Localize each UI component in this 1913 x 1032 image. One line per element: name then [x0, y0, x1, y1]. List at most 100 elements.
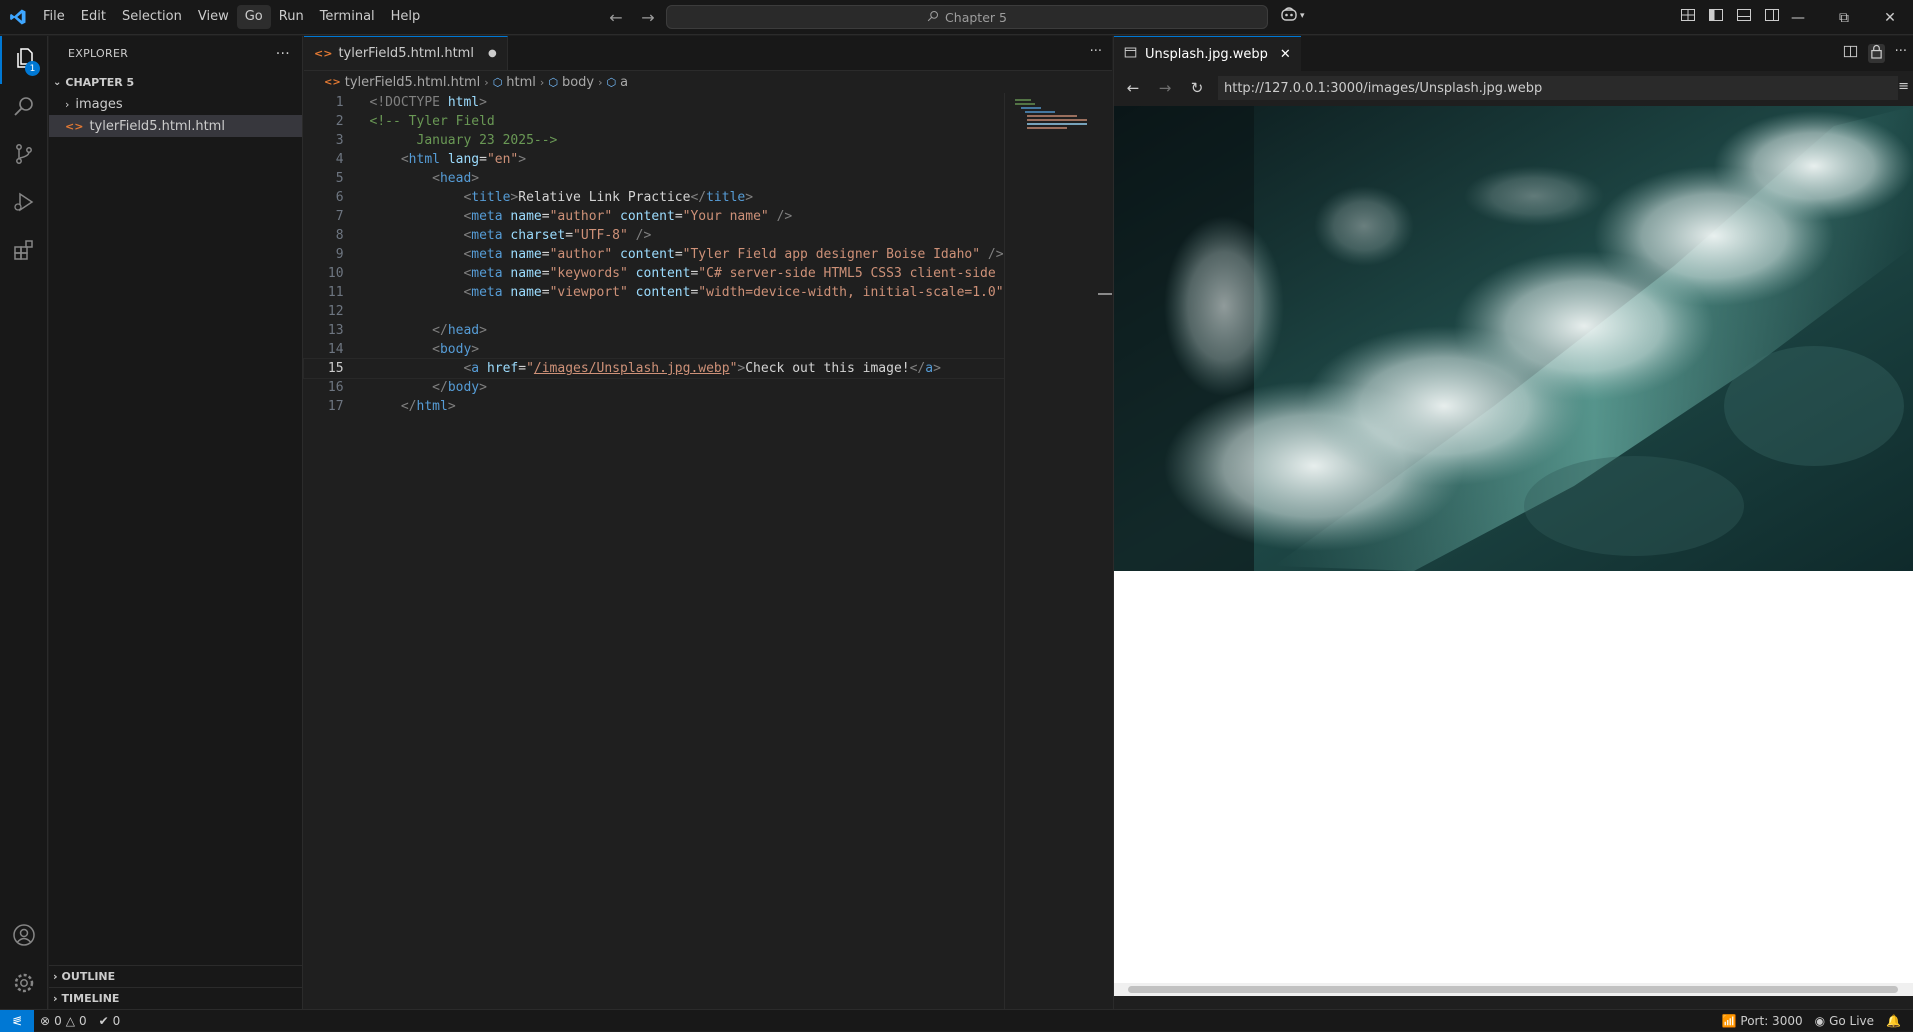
- code-line[interactable]: 3 January 23 2025-->: [304, 131, 1004, 150]
- menu-edit[interactable]: Edit: [73, 5, 114, 29]
- chevron-right-icon: ›: [539, 75, 545, 89]
- folder-header[interactable]: ⌄ CHAPTER 5: [49, 71, 302, 93]
- more-actions-icon[interactable]: ···: [1090, 44, 1102, 59]
- scrollbar-thumb[interactable]: [1128, 986, 1898, 993]
- chevron-right-icon: ›: [53, 992, 58, 1005]
- code-line[interactable]: 12: [304, 302, 1004, 321]
- ports-indicator[interactable]: ✔ 0: [93, 1010, 127, 1032]
- code-line-current[interactable]: 15 <a href="/images/Unsplash.jpg.webp">C…: [303, 358, 1005, 379]
- code-line[interactable]: 14 <body>: [304, 340, 1004, 359]
- unsaved-dot-icon[interactable]: ●: [488, 48, 497, 59]
- extensions-activity[interactable]: [0, 228, 48, 276]
- line-number: 7: [335, 209, 344, 224]
- url-input[interactable]: [1218, 76, 1898, 100]
- minimap[interactable]: [1004, 93, 1112, 1009]
- code-line[interactable]: 6 <title>Relative Link Practice</title>: [304, 188, 1004, 207]
- line-number: 4: [335, 152, 344, 167]
- token: >: [479, 95, 487, 110]
- port-indicator[interactable]: 📶 Port: 3000: [1715, 1010, 1808, 1032]
- notifications-button[interactable]: 🔔: [1880, 1010, 1907, 1032]
- line-number: 13: [327, 323, 344, 338]
- accounts-activity[interactable]: [0, 913, 48, 961]
- copilot-icon: [1280, 6, 1298, 26]
- comment-token: January 23 2025-->: [369, 133, 558, 148]
- customize-layout-icon[interactable]: [1680, 7, 1698, 25]
- line-number: 12: [327, 304, 344, 319]
- problems-indicator[interactable]: ⊗ 0 △ 0: [34, 1010, 93, 1032]
- tree-item-images-folder[interactable]: › images: [49, 93, 302, 115]
- menu-file[interactable]: File: [35, 5, 73, 29]
- code-line[interactable]: 2 <!-- Tyler Field: [304, 112, 1004, 131]
- code-line[interactable]: 5 <head>: [304, 169, 1004, 188]
- preview-tabs: Unsplash.jpg.webp ✕ ···: [1114, 36, 1913, 71]
- horizontal-scrollbar[interactable]: [1114, 983, 1913, 996]
- code-editor[interactable]: 1 <!DOCTYPE html> 2 <!-- Tyler Field 3 Jan…: [303, 93, 1005, 416]
- reload-icon[interactable]: ↻: [1186, 77, 1208, 99]
- code-line[interactable]: 13 </head>: [304, 321, 1004, 340]
- tab-html-file[interactable]: <> tylerField5.html.html ●: [304, 36, 508, 70]
- vscode-logo-icon: [0, 0, 35, 35]
- run-debug-activity[interactable]: [0, 180, 48, 228]
- back-arrow-icon[interactable]: ←: [605, 6, 627, 28]
- code-line[interactable]: 9 <meta name="author" content="Tyler Fie…: [304, 245, 1004, 264]
- html-file-icon: <>: [65, 119, 84, 133]
- browser-icon: [1124, 46, 1137, 63]
- close-icon[interactable]: ✕: [1280, 47, 1291, 62]
- code-line[interactable]: 7 <meta name="author" content="Your name…: [304, 207, 1004, 226]
- split-editor-icon[interactable]: [1843, 44, 1858, 63]
- line-number: 5: [335, 171, 344, 186]
- close-window-icon[interactable]: ✕: [1867, 0, 1913, 35]
- token: Check out this image!: [745, 361, 910, 376]
- chevron-down-icon: ⌄: [53, 76, 62, 88]
- token: <!DOCTYPE: [369, 95, 448, 110]
- menu-go[interactable]: Go: [236, 5, 271, 29]
- lock-icon[interactable]: [1867, 44, 1885, 63]
- breadcrumb-a[interactable]: a: [620, 75, 628, 90]
- href-link-token[interactable]: /images/Unsplash.jpg.webp: [534, 361, 730, 376]
- code-line[interactable]: 1 <!DOCTYPE html>: [304, 93, 1004, 112]
- code-line[interactable]: 8 <meta charset="UTF-8" />: [304, 226, 1004, 245]
- forward-arrow-icon[interactable]: →: [637, 6, 659, 28]
- toggle-primary-sidebar-icon[interactable]: [1708, 7, 1726, 25]
- broadcast-icon: ✔: [98, 1013, 109, 1028]
- remote-indicator-icon[interactable]: ⪛: [0, 1009, 34, 1032]
- breadcrumb-html[interactable]: html: [506, 75, 536, 90]
- toggle-panel-icon[interactable]: [1736, 7, 1754, 25]
- breadcrumb-file[interactable]: tylerField5.html.html: [345, 75, 481, 90]
- chevron-right-icon: ›: [65, 97, 70, 111]
- restore-icon[interactable]: ⧉: [1821, 0, 1867, 35]
- menu-terminal[interactable]: Terminal: [312, 5, 383, 29]
- code-line[interactable]: 16 </body>: [304, 378, 1004, 397]
- menu-icon[interactable]: ≡: [1898, 79, 1909, 94]
- timeline-section[interactable]: › TIMELINE: [49, 987, 303, 1009]
- explorer-sidebar: EXPLORER ··· ⌄ CHAPTER 5 › images <> tyl…: [49, 36, 303, 1009]
- command-center-search[interactable]: Chapter 5: [666, 5, 1268, 29]
- explorer-activity[interactable]: 1: [0, 36, 48, 84]
- chevron-right-icon: ›: [53, 970, 58, 983]
- copilot-button[interactable]: ▾: [1280, 6, 1305, 26]
- go-live-button[interactable]: ◉ Go Live: [1809, 1010, 1880, 1032]
- more-actions-icon[interactable]: ···: [276, 46, 290, 62]
- breadcrumb-body[interactable]: body: [562, 75, 594, 90]
- minimize-icon[interactable]: —: [1775, 0, 1821, 35]
- menu-help[interactable]: Help: [383, 5, 429, 29]
- search-activity[interactable]: [0, 84, 48, 132]
- menu-selection[interactable]: Selection: [114, 5, 190, 29]
- more-actions-icon[interactable]: ···: [1895, 44, 1907, 63]
- outline-section[interactable]: › OUTLINE: [49, 965, 303, 987]
- tree-item-html-file[interactable]: <> tylerField5.html.html: [49, 115, 302, 137]
- code-line[interactable]: 10 <meta name="keywords" content="C# ser…: [304, 264, 1004, 283]
- browser-viewport[interactable]: [1114, 106, 1913, 996]
- code-line[interactable]: 17 </html>: [304, 397, 1004, 416]
- code-line[interactable]: 4 <html lang="en">: [304, 150, 1004, 169]
- source-control-activity[interactable]: [0, 132, 48, 180]
- tab-preview[interactable]: Unsplash.jpg.webp ✕: [1114, 36, 1301, 71]
- manage-activity[interactable]: [0, 961, 48, 1009]
- code-line[interactable]: 11 <meta name="viewport" content="width=…: [304, 283, 1004, 302]
- menu-view[interactable]: View: [190, 5, 237, 29]
- forward-arrow-icon[interactable]: →: [1154, 77, 1176, 99]
- tab-label: Unsplash.jpg.webp: [1145, 46, 1268, 62]
- error-count: 0: [54, 1013, 62, 1028]
- back-arrow-icon[interactable]: ←: [1122, 77, 1144, 99]
- menu-run[interactable]: Run: [271, 5, 312, 29]
